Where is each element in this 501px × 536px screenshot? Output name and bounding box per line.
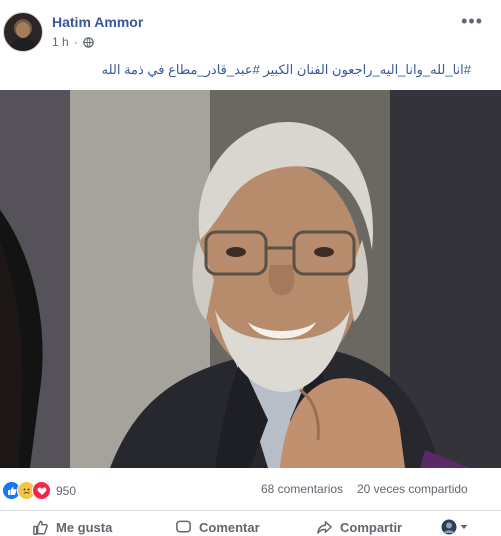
facebook-post: Hatim Ammor 1 h · ••• #انا_لله_وانا_اليه… (0, 0, 501, 536)
author-avatar[interactable] (3, 12, 43, 52)
reaction-count: 950 (56, 483, 77, 498)
post-actions: Me gusta Comentar Compartir (0, 512, 501, 536)
comments-count[interactable]: 68 comentarios (261, 482, 343, 496)
share-label: Compartir (340, 520, 403, 535)
caret-down-icon (460, 525, 468, 529)
post-time[interactable]: 1 h (52, 35, 69, 49)
like-label: Me gusta (56, 520, 113, 535)
share-button[interactable]: Compartir (316, 519, 402, 536)
comment-button[interactable]: Comentar (175, 519, 260, 536)
small-avatar-icon (441, 519, 457, 535)
globe-icon (82, 36, 94, 48)
author-name[interactable]: Hatim Ammor (52, 14, 143, 30)
share-icon (317, 521, 332, 534)
avatar-face (16, 22, 30, 38)
post-photo[interactable] (0, 90, 501, 468)
post-stats: 950 68 comentarios 20 veces compartido (0, 468, 501, 511)
portrait-illustration (0, 90, 501, 468)
thumbs-up-icon (33, 520, 48, 535)
post-text: #انا_لله_وانا_اليه_راجعون الفنان الكبير … (101, 62, 471, 77)
love-reaction-icon (32, 481, 51, 500)
comment-icon (176, 520, 191, 533)
post-meta: 1 h · (52, 35, 94, 49)
like-button[interactable]: Me gusta (32, 519, 112, 536)
shares-count[interactable]: 20 veces compartido (357, 482, 468, 496)
more-options-icon[interactable]: ••• (461, 11, 483, 32)
reactions-summary[interactable]: 950 (2, 481, 76, 500)
reaction-as-selector[interactable] (441, 519, 468, 535)
comment-label: Comentar (199, 520, 260, 535)
avatar-shirt (10, 39, 36, 51)
